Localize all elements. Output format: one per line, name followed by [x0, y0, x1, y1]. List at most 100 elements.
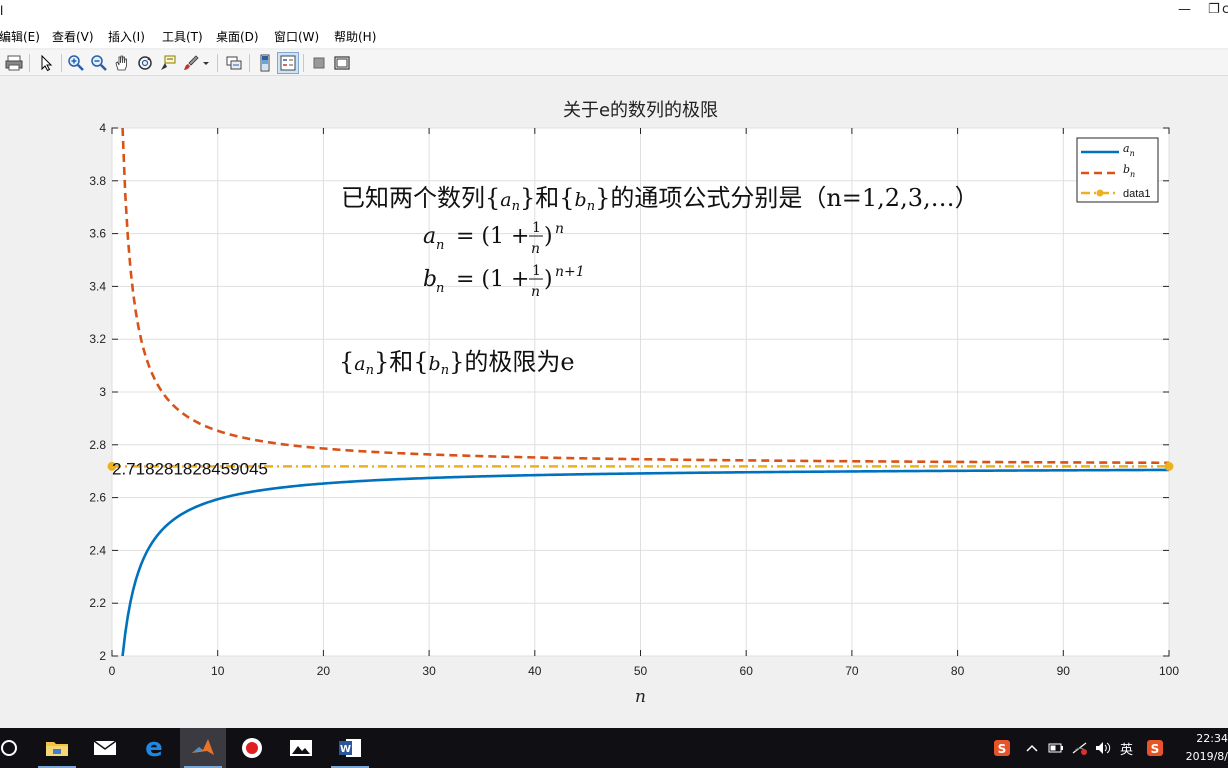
sogou-ime-icon[interactable]: S [993, 728, 1011, 768]
brush-dropdown-icon[interactable] [200, 52, 212, 74]
x-tick-label: 90 [1057, 664, 1071, 678]
figure-toolbar [0, 50, 1228, 76]
formula-a-close: ) [544, 224, 553, 249]
legend-icon[interactable] [277, 52, 299, 74]
legend-marker-data1 [1096, 189, 1104, 197]
taskbar: e W S 英 S 22:34 2019/8/ [0, 728, 1228, 768]
x-tick-label: 0 [109, 664, 116, 678]
toolbar-separator [303, 54, 304, 72]
formula-b-lhs: b [423, 267, 437, 292]
hide-tools-icon[interactable] [308, 52, 330, 74]
menu-bar: 编辑(E) 查看(V) 插入(I) 工具(T) 桌面(D) 窗口(W) 帮助(H… [0, 24, 1228, 48]
record-icon[interactable] [229, 728, 275, 768]
y-tick-label: 2.2 [89, 596, 106, 610]
x-tick-label: 100 [1159, 664, 1179, 678]
formula-b-num: 1 [532, 263, 541, 279]
e-value-label: 2.718281828459045 [112, 459, 268, 478]
word-icon[interactable]: W [327, 728, 373, 768]
ann1-b-sub: n [587, 199, 595, 214]
ann1-a-sub: n [512, 199, 520, 214]
annotation-sequences-definition: 已知两个数列{an}和{bn}的通项公式分别是（n=1,2,3,…） [341, 184, 979, 214]
link-icon[interactable] [223, 52, 245, 74]
brush-icon[interactable] [180, 52, 202, 74]
mail-icon[interactable] [82, 728, 128, 768]
y-tick-label: 3 [99, 385, 106, 399]
annotation-limit: {an}和{bn}的极限为e [339, 348, 575, 378]
clock-time: 22:34 [1196, 732, 1228, 745]
formula-a-num: 1 [532, 220, 541, 236]
window-title-fragment-right: c [1222, 2, 1228, 17]
menu-help[interactable]: 帮助(H) [334, 28, 376, 45]
menu-insert[interactable]: 插入(I) [108, 28, 145, 45]
y-tick-label: 2.4 [89, 543, 106, 557]
edge-icon[interactable]: e [131, 728, 177, 768]
ann1-prefix: 已知两个数列{ [341, 184, 500, 212]
data-cursor-icon[interactable] [157, 52, 179, 74]
menu-edit[interactable]: 编辑(E) [0, 28, 40, 45]
window-title-bar: l — ❐ c [0, 0, 1228, 24]
file-explorer-icon[interactable] [34, 728, 80, 768]
formula-a-den: n [531, 241, 540, 257]
battery-icon[interactable] [1048, 728, 1064, 768]
pan-icon[interactable] [111, 52, 133, 74]
menu-view[interactable]: 查看(V) [52, 28, 94, 45]
formula-b-den: n [531, 284, 540, 300]
svg-text:W: W [340, 744, 351, 755]
matlab-icon[interactable] [180, 728, 226, 768]
chart-title: 关于e的数列的极限 [563, 100, 718, 121]
zoom-out-icon[interactable] [88, 52, 110, 74]
y-tick-label: 3.4 [89, 279, 106, 293]
limit-b-sub: n [441, 363, 449, 378]
photos-icon[interactable] [278, 728, 324, 768]
limit-mid: }和{ [374, 348, 429, 376]
x-tick-label: 40 [528, 664, 542, 678]
toolbar-separator [217, 54, 218, 72]
speaker-icon[interactable] [1095, 728, 1111, 768]
network-icon[interactable] [1071, 728, 1089, 768]
print-icon[interactable] [3, 52, 25, 74]
x-tick-label: 60 [740, 664, 754, 678]
y-tick-label: 2.8 [89, 438, 106, 452]
docked-icon[interactable] [331, 52, 353, 74]
formula-b-close: ) [544, 267, 553, 292]
limit-prefix: { [339, 348, 354, 376]
legend[interactable]: an bn data1 [1076, 137, 1159, 203]
ann1-a: a [500, 189, 511, 211]
x-tick-label: 70 [845, 664, 859, 678]
menu-tools[interactable]: 工具(T) [162, 28, 203, 45]
colorbar-icon[interactable] [254, 52, 276, 74]
svg-text:S: S [1151, 742, 1160, 756]
window-title-fragment: l [0, 4, 4, 18]
menu-window[interactable]: 窗口(W) [274, 28, 319, 45]
limit-b: b [429, 353, 441, 375]
limit-suffix: }的极限为e [449, 348, 574, 376]
legend-label-b-n-sub: n [1130, 170, 1135, 179]
x-tick-label: 30 [422, 664, 436, 678]
maximize-button[interactable]: ❐ [1208, 2, 1220, 17]
x-tick-label: 80 [951, 664, 965, 678]
x-tick-label: 20 [317, 664, 331, 678]
chevron-up-icon[interactable] [1026, 728, 1038, 768]
svg-text:S: S [998, 742, 1007, 756]
limit-a-sub: n [366, 363, 374, 378]
formula-b-eq: = (1 + [456, 267, 529, 292]
y-tick-label: 3.2 [89, 332, 106, 346]
menu-desktop[interactable]: 桌面(D) [216, 28, 259, 45]
legend-label-data1: data1 [1123, 188, 1151, 200]
y-tick-label: 3.8 [89, 174, 106, 188]
ann1-mid: }和{ [520, 184, 575, 212]
series-marker-data1 [1164, 461, 1174, 471]
y-tick-label: 2.6 [89, 491, 106, 505]
rotate-icon[interactable] [134, 52, 156, 74]
minimize-button[interactable]: — [1178, 2, 1191, 17]
limit-a: a [354, 353, 365, 375]
input-language-indicator[interactable]: 英 [1120, 728, 1133, 768]
zoom-in-icon[interactable] [65, 52, 87, 74]
taskbar-clock[interactable]: 22:34 2019/8/ [1178, 730, 1228, 766]
toolbar-separator [249, 54, 250, 72]
sogou-ime-icon-2[interactable]: S [1146, 728, 1164, 768]
cortana-circle-icon[interactable] [0, 728, 32, 768]
pointer-icon[interactable] [35, 52, 57, 74]
ann1-b: b [575, 189, 587, 211]
line-chart[interactable]: 0 10 20 30 40 50 60 70 80 90 100 2 2.2 2.4 2.6 2.8 3 3.2 3… [0, 76, 1228, 728]
